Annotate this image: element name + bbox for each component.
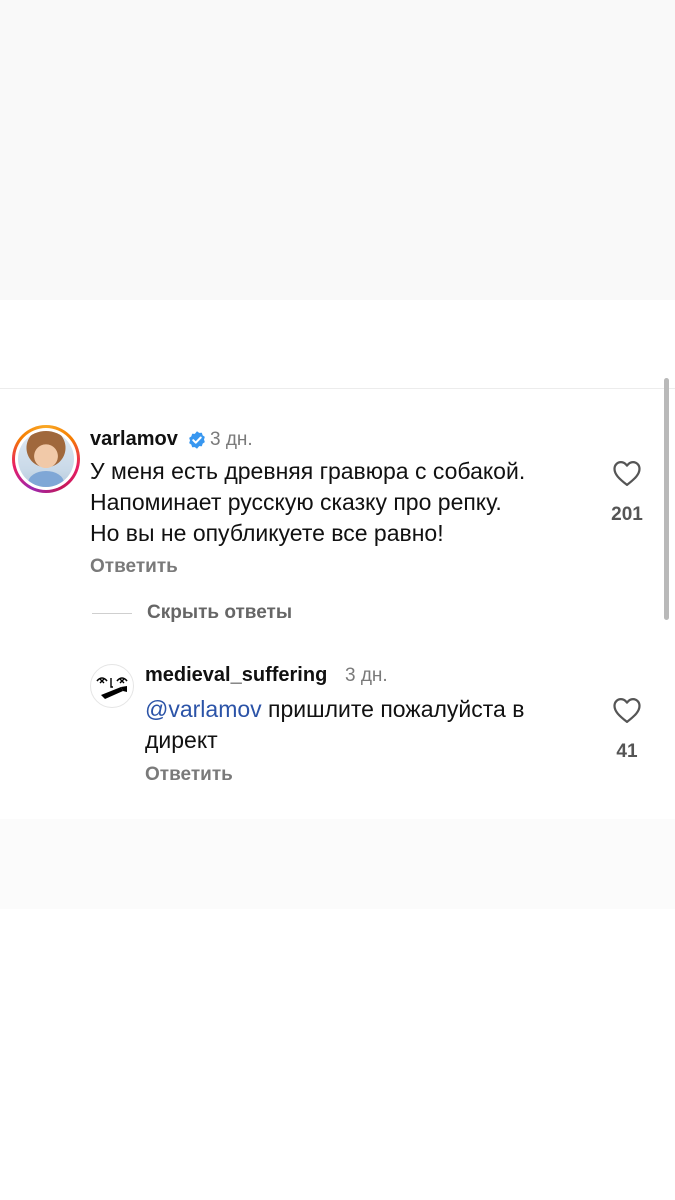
scrollbar[interactable] — [664, 378, 669, 620]
blank-top-area — [0, 0, 675, 300]
avatar-photo — [18, 431, 74, 487]
comment-text-line-3: Но вы не опубликуете все равно! — [90, 520, 444, 546]
mention-link[interactable]: @varlamov — [145, 696, 262, 722]
medieval-logo-icon — [96, 677, 128, 699]
comment-text-line-2: Напоминает русскую сказку про репку. — [90, 489, 502, 515]
spacer-area — [0, 300, 675, 390]
comment-username[interactable]: varlamov — [90, 428, 178, 451]
avatar — [15, 428, 77, 490]
verified-badge-icon — [189, 431, 205, 449]
reply-to-reply-button[interactable]: Ответить — [145, 764, 233, 786]
heart-outline-icon[interactable] — [612, 459, 642, 487]
comment-text: У меня есть древняя гравюра с собакой. Н… — [90, 456, 610, 549]
reply-like-count: 41 — [616, 741, 638, 762]
like-count: 201 — [611, 504, 643, 525]
replies-divider-line — [92, 613, 132, 614]
avatar-story-ring[interactable] — [12, 425, 80, 493]
reply-text-rest: пришлите пожалуйста в — [261, 696, 525, 722]
reply-text-line-2: директ — [145, 727, 218, 753]
avatar-shirt — [28, 471, 64, 487]
blank-bottom-shade — [0, 819, 675, 909]
comment-time: 3 дн. — [210, 429, 253, 450]
heart-outline-icon[interactable] — [612, 696, 642, 724]
reply-username[interactable]: medieval_suffering — [145, 664, 327, 687]
reply-text-line-1: @varlamov пришлите пожалуйста в — [145, 694, 585, 725]
reply-time: 3 дн. — [345, 665, 388, 686]
comment-text-line-1: У меня есть древняя гравюра с собакой. — [90, 458, 526, 484]
reply-button[interactable]: Ответить — [90, 556, 178, 578]
reply-text: @varlamov пришлите пожалуйста в директ — [145, 694, 585, 756]
reply-avatar[interactable] — [90, 664, 134, 708]
hide-replies-button[interactable]: Скрыть ответы — [147, 602, 292, 624]
